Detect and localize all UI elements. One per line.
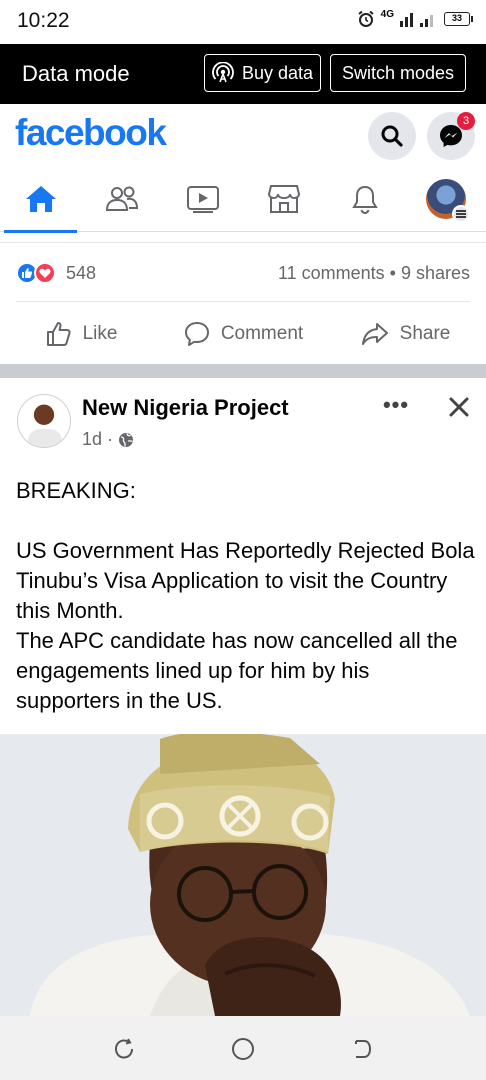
alarm-icon [358, 10, 374, 27]
page-avatar[interactable] [17, 394, 71, 448]
app-header: facebook 3 [0, 104, 486, 166]
network-type-label: 4G [380, 8, 394, 20]
home-icon [25, 186, 56, 212]
bell-icon [351, 185, 378, 215]
divider [16, 301, 470, 302]
status-time: 10:22 [17, 9, 70, 32]
post-image[interactable] [0, 734, 486, 1016]
marketplace-icon [267, 185, 300, 213]
switch-modes-button[interactable]: Switch modes [330, 54, 466, 92]
share-icon [361, 323, 388, 345]
meta-separator: · [107, 429, 114, 449]
menu-icon [451, 205, 470, 223]
recents-button[interactable] [109, 1034, 139, 1064]
tab-friends[interactable] [81, 166, 162, 232]
like-button[interactable]: Like [0, 303, 162, 365]
tab-watch[interactable] [162, 166, 243, 232]
broadcast-icon [212, 62, 234, 83]
share-button[interactable]: Share [324, 303, 486, 365]
back-icon [355, 1040, 372, 1058]
back-button[interactable] [347, 1034, 377, 1064]
feed-separator [0, 364, 486, 378]
home-system-button[interactable] [228, 1034, 258, 1064]
comments-shares-count[interactable]: 11 comments • 9 shares [278, 263, 470, 284]
battery-icon: 33 [444, 12, 473, 26]
more-options-button[interactable]: ••• [381, 392, 411, 418]
post-meta: 1d · [82, 429, 134, 450]
search-button[interactable] [368, 112, 416, 160]
system-navigation-bar [0, 1016, 486, 1080]
reaction-summary[interactable]: 548 11 comments • 9 shares [16, 261, 470, 285]
tab-menu[interactable] [405, 166, 486, 232]
buy-data-label: Buy data [241, 62, 314, 83]
status-bar: 10:22 4G 33 [0, 0, 486, 44]
tab-marketplace[interactable] [243, 166, 324, 232]
reaction-count: 548 [66, 262, 97, 283]
post-text: BREAKING: US Government Has Reportedly R… [16, 476, 476, 716]
signal-icon [400, 13, 433, 27]
comment-button[interactable]: Comment [162, 303, 324, 365]
data-mode-title: Data mode [22, 61, 130, 86]
post-text-line: US Government Has Reportedly Rejected Bo… [16, 538, 475, 623]
home-circle-icon [232, 1038, 254, 1060]
switch-modes-label: Switch modes [341, 62, 455, 83]
battery-level: 33 [451, 13, 462, 23]
buy-data-button[interactable]: Buy data [204, 54, 321, 92]
thumbs-up-icon [46, 322, 71, 346]
facebook-logo[interactable]: facebook [15, 112, 167, 154]
reaction-icons [16, 262, 60, 284]
comment-icon [184, 322, 209, 346]
messenger-button[interactable]: 3 [427, 112, 475, 160]
search-icon [381, 125, 403, 147]
tab-home[interactable] [0, 166, 81, 233]
tab-notifications[interactable] [324, 166, 405, 232]
hide-post-button[interactable] [444, 392, 474, 422]
like-label: Like [82, 323, 118, 344]
nav-tabs [0, 166, 486, 233]
share-label: Share [399, 323, 451, 344]
globe-icon [119, 432, 134, 447]
profile-avatar [425, 179, 470, 223]
friends-icon [105, 186, 138, 211]
watch-icon [186, 186, 219, 213]
data-mode-bar: Data mode Buy data Switch modes [0, 44, 486, 104]
page-name[interactable]: New Nigeria Project [82, 395, 289, 421]
comment-label: Comment [220, 323, 304, 344]
status-icons: 4G 33 [357, 8, 473, 28]
previous-post-footer: 548 11 comments • 9 shares Like Comment … [0, 242, 486, 364]
close-icon [449, 397, 469, 417]
post-actions: Like Comment Share [0, 303, 486, 365]
post-text-line: The APC candidate has now cancelled all … [16, 628, 458, 713]
post-text-line: BREAKING: [16, 478, 136, 503]
post-time[interactable]: 1d [82, 429, 102, 450]
messenger-badge: 3 [457, 112, 475, 130]
post-photo [0, 734, 486, 1016]
recents-icon [114, 1038, 133, 1059]
love-reaction-icon [34, 262, 56, 284]
